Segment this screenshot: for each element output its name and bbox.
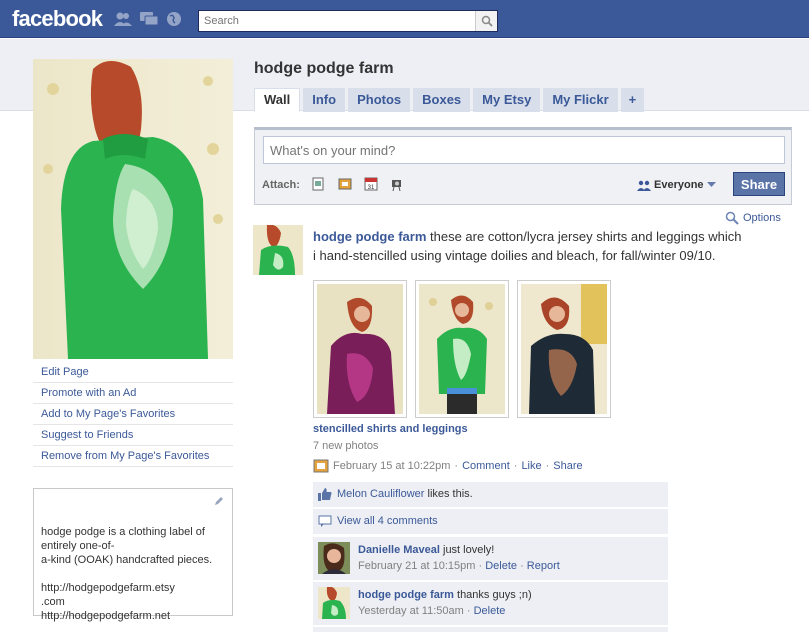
tab-boxes[interactable]: Boxes bbox=[413, 88, 471, 112]
chevron-down-icon bbox=[706, 182, 716, 187]
top-bar: facebook bbox=[0, 0, 809, 38]
view-all-comments-row[interactable]: View all 4 comments bbox=[313, 509, 668, 534]
notifications-globe-icon[interactable] bbox=[165, 11, 183, 27]
comment-delete-link[interactable]: Delete bbox=[474, 605, 506, 617]
comment-time: Yesterday at 11:50am bbox=[358, 605, 464, 617]
album-photo-1[interactable] bbox=[313, 280, 407, 418]
people-icon bbox=[637, 180, 651, 191]
privacy-selector[interactable]: Everyone bbox=[637, 179, 716, 191]
likes-row: Melon Cauliflower likes this. bbox=[313, 482, 668, 507]
comment-report-link[interactable]: Report bbox=[527, 560, 560, 572]
status-input[interactable] bbox=[263, 136, 785, 164]
page-title: hodge podge farm bbox=[254, 60, 394, 77]
story-message: hodge podge farm these are cotton/lycra … bbox=[313, 227, 743, 265]
profile-tabs: Wall Info Photos Boxes My Etsy My Flickr… bbox=[254, 88, 645, 112]
photo-album-icon bbox=[313, 459, 329, 473]
view-all-comments-link[interactable]: View all 4 comments bbox=[337, 515, 438, 527]
search-button[interactable] bbox=[475, 11, 497, 31]
info-box: hodge podge is a clothing label of entir… bbox=[33, 488, 233, 622]
comment-item: Danielle Maveal just lovely! February 21… bbox=[313, 537, 668, 580]
attach-photo-icon[interactable] bbox=[310, 176, 326, 192]
separator: · bbox=[478, 560, 483, 572]
promote-ad-link[interactable]: Promote with an Ad bbox=[33, 383, 233, 404]
comment-body: Danielle Maveal just lovely! February 21… bbox=[358, 542, 560, 574]
story-actor-link[interactable]: hodge podge farm bbox=[313, 229, 426, 244]
search-box bbox=[198, 10, 498, 32]
comment-text: thanks guys ;n) bbox=[453, 589, 532, 601]
album-title-link[interactable]: stencilled shirts and leggings bbox=[313, 423, 468, 435]
comment-input-row bbox=[313, 627, 668, 632]
tab-my-etsy[interactable]: My Etsy bbox=[473, 88, 541, 112]
separator: · bbox=[545, 460, 550, 472]
edit-page-link[interactable]: Edit Page bbox=[33, 362, 233, 383]
magnifier-icon bbox=[725, 211, 739, 225]
like-link[interactable]: Like bbox=[521, 460, 541, 472]
edit-pencil-icon[interactable] bbox=[214, 496, 224, 506]
tab-my-flickr[interactable]: My Flickr bbox=[543, 88, 618, 112]
options-link[interactable]: Options bbox=[725, 211, 781, 225]
remove-favorites-link[interactable]: Remove from My Page's Favorites bbox=[33, 446, 233, 467]
share-button[interactable]: Share bbox=[733, 172, 785, 196]
status-composer: Attach: 31 Everyone Share bbox=[254, 127, 792, 205]
comment-item: hodge podge farm thanks guys ;n) Yesterd… bbox=[313, 582, 668, 625]
facebook-logo[interactable]: facebook bbox=[12, 6, 103, 32]
separator: · bbox=[466, 605, 471, 617]
page-actions-list: Edit Page Promote with an Ad Add to My P… bbox=[33, 362, 233, 467]
add-favorites-link[interactable]: Add to My Page's Favorites bbox=[33, 404, 233, 425]
likes-suffix: likes this. bbox=[424, 488, 473, 500]
search-input[interactable] bbox=[199, 11, 469, 31]
comment-author-link[interactable]: hodge podge farm bbox=[358, 589, 454, 601]
tab-info[interactable]: Info bbox=[303, 88, 346, 112]
privacy-label: Everyone bbox=[654, 179, 704, 191]
separator: · bbox=[520, 560, 524, 572]
tab-photos[interactable]: Photos bbox=[348, 88, 411, 112]
story-avatar[interactable] bbox=[253, 225, 303, 275]
suggest-friends-link[interactable]: Suggest to Friends bbox=[33, 425, 233, 446]
album-photo-count: 7 new photos bbox=[313, 440, 379, 452]
comment-delete-link[interactable]: Delete bbox=[485, 560, 517, 572]
comment-body: hodge podge farm thanks guys ;n) Yesterd… bbox=[358, 587, 532, 619]
liker-link[interactable]: Melon Cauliflower bbox=[337, 488, 424, 500]
comment-bubble-icon bbox=[318, 515, 332, 527]
thumbs-up-icon bbox=[318, 488, 332, 501]
friend-requests-icon[interactable] bbox=[114, 11, 132, 27]
separator: · bbox=[513, 460, 518, 472]
commenter-avatar[interactable] bbox=[318, 542, 350, 574]
attach-label: Attach: bbox=[262, 179, 300, 191]
attach-event-icon[interactable]: 31 bbox=[363, 176, 379, 192]
commenter-avatar[interactable] bbox=[318, 587, 350, 619]
share-link[interactable]: Share bbox=[553, 460, 582, 472]
magnifier-icon bbox=[481, 15, 493, 27]
tab-wall[interactable]: Wall bbox=[254, 88, 301, 112]
messages-icon[interactable] bbox=[140, 11, 158, 27]
add-tab-button[interactable]: + bbox=[620, 88, 645, 112]
options-label: Options bbox=[743, 212, 781, 224]
separator: · bbox=[454, 460, 459, 472]
comment-author-link[interactable]: Danielle Maveal bbox=[358, 544, 440, 556]
attach-link-icon[interactable] bbox=[389, 176, 405, 192]
story-meta: February 15 at 10:22pm · Comment · Like … bbox=[313, 459, 583, 473]
album-photo-3[interactable] bbox=[517, 280, 611, 418]
profile-picture[interactable] bbox=[33, 59, 233, 359]
attach-video-icon[interactable] bbox=[337, 176, 353, 192]
comment-time: February 21 at 10:15pm bbox=[358, 560, 476, 572]
comment-link[interactable]: Comment bbox=[462, 460, 510, 472]
album-photo-2[interactable] bbox=[415, 280, 509, 418]
info-text: hodge podge is a clothing label of entir… bbox=[41, 526, 213, 622]
svg-text:31: 31 bbox=[368, 185, 375, 191]
story-timestamp[interactable]: February 15 at 10:22pm bbox=[333, 460, 450, 472]
comment-text: just lovely! bbox=[439, 544, 495, 556]
